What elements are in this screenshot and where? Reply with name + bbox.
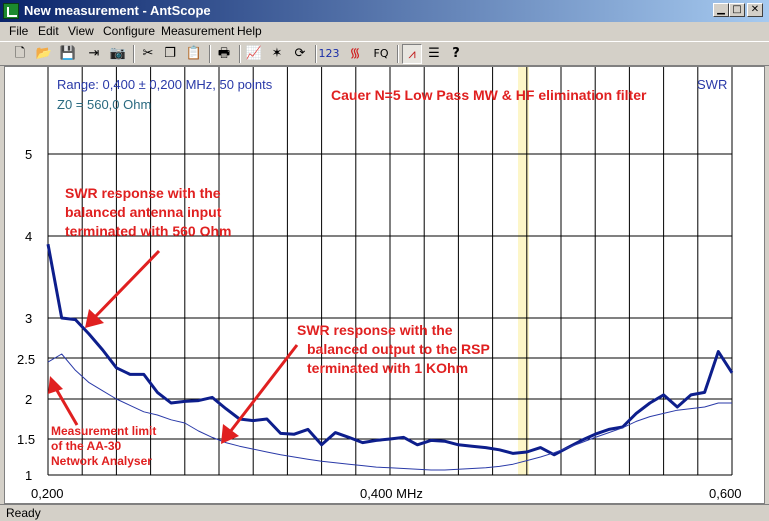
export-button[interactable]: ⇥ (84, 44, 104, 64)
menu-file[interactable]: File (9, 24, 28, 38)
chart-title: Cauer N=5 Low Pass MW & HF elimination f… (331, 87, 647, 103)
help-icon: ? (452, 46, 460, 61)
copy-icon: ❐ (164, 46, 176, 61)
refresh-icon: ⟳ (294, 46, 306, 61)
chart-mode-icon: ⩘ (408, 47, 416, 62)
menu-view[interactable]: View (68, 24, 94, 38)
camera-icon: 📷 (109, 46, 127, 61)
status-text: Ready (6, 506, 41, 520)
window-title: New measurement - AntScope (24, 3, 211, 18)
export-icon: ⇥ (88, 46, 100, 61)
y-tick-label: 1.5 (17, 432, 35, 447)
save-icon: 💾 (59, 46, 77, 61)
chart-mode-button[interactable]: ⩘ (402, 44, 422, 64)
annotation-line: SWR response with the (65, 185, 221, 201)
arrow-antenna (91, 249, 161, 321)
y-tick-label: 2 (25, 392, 32, 407)
app-icon[interactable] (3, 3, 19, 19)
settings-star-icon: ✶ (271, 46, 283, 61)
annotation-line: SWR response with the (297, 322, 453, 338)
annotation-limit: Measurement limit of the AA-30 Network A… (51, 424, 156, 468)
cut-icon: ✂ (142, 46, 154, 61)
annotation-line: of the AA-30 (51, 439, 122, 453)
cut-button[interactable]: ✂ (138, 44, 158, 64)
frequency-marker (518, 67, 529, 475)
status-bar: Ready (0, 504, 769, 521)
range-label: Range: 0,400 ± 0,200 MHz, 50 points (57, 77, 273, 92)
chart-area[interactable]: 5 4 3 2.5 2 1.5 1 0,200 0,400 MHz 0,600 … (4, 66, 765, 504)
y-tick-label: 3 (25, 311, 32, 326)
settings-button[interactable]: ✶ (267, 44, 287, 64)
print-icon: 🖶 (217, 46, 231, 61)
graph-icon: 📈 (245, 46, 263, 61)
new-file-icon: 🗋 (14, 46, 26, 61)
x-tick-label: 0,200 (31, 486, 64, 501)
y-axis-ticks: 5 4 3 2.5 2 1.5 1 (17, 147, 35, 483)
menu-measurement[interactable]: Measurement (161, 24, 234, 38)
screenshot-button[interactable]: 📷 (108, 44, 128, 64)
copy-button[interactable]: ❐ (160, 44, 180, 64)
y-tick-label: 2.5 (17, 352, 35, 367)
numbers-button[interactable]: 123 (318, 44, 340, 64)
print-button[interactable]: 🖶 (214, 44, 234, 64)
toolbar-separator (209, 45, 211, 63)
toolbar-separator (133, 45, 135, 63)
y-tick-label: 1 (25, 468, 32, 483)
menu-configure[interactable]: Configure (103, 24, 155, 38)
annotation-arrows (48, 249, 299, 444)
arrow-output-head (221, 424, 239, 444)
annotation-line: terminated with 560 Ohm (65, 223, 231, 239)
numbers-icon: 123 (318, 47, 340, 60)
fq-icon: FQ (373, 47, 389, 60)
annotation-line: Measurement limit (51, 424, 156, 438)
open-file-button[interactable]: 📂 (34, 44, 54, 64)
swr-axis-label: SWR (697, 77, 727, 92)
graph-button[interactable]: 📈 (244, 44, 264, 64)
y-tick-label: 4 (25, 229, 32, 244)
x-tick-label: 0,600 (709, 486, 742, 501)
help-button[interactable]: ? (446, 44, 466, 64)
new-file-button[interactable]: 🗋 (10, 44, 30, 64)
z0-label: Z0 = 560,0 Ohm (57, 97, 151, 112)
refresh-button[interactable]: ⟳ (290, 44, 310, 64)
open-folder-icon: 📂 (35, 46, 53, 61)
title-bar[interactable]: New measurement - AntScope ▁ □ ✕ (0, 0, 769, 22)
close-button[interactable]: ✕ (747, 3, 763, 17)
fq-button[interactable]: FQ (369, 44, 393, 64)
annotation-line: Network Analyser (51, 454, 152, 468)
arrow-limit-head (48, 376, 63, 394)
annotation-line: balanced output to the RSP (307, 341, 490, 357)
annotation-antenna: SWR response with the balanced antenna i… (65, 185, 231, 239)
paste-icon: 📋 (185, 46, 203, 61)
toolbar-separator (239, 45, 241, 63)
annotation-line: balanced antenna input (65, 204, 222, 220)
table-icon: ☰ (428, 46, 440, 61)
annotation-output: SWR response with the balanced output to… (297, 322, 490, 376)
menu-help[interactable]: Help (237, 24, 262, 38)
x-tick-label: 0,400 MHz (360, 486, 423, 501)
menu-bar: File Edit View Configure Measurement Hel… (0, 22, 769, 41)
toolbar: 🗋 📂 💾 ⇥ 📷 ✂ ❐ 📋 🖶 📈 ✶ ⟳ 123 ᯾ FQ ⩘ ☰ ? (0, 41, 769, 66)
maximize-button[interactable]: □ (729, 3, 745, 17)
toolbar-separator (397, 45, 399, 63)
swr-chart[interactable]: 5 4 3 2.5 2 1.5 1 0,200 0,400 MHz 0,600 … (5, 67, 764, 503)
y-tick-label: 5 (25, 147, 32, 162)
x-axis-ticks: 0,200 0,400 MHz 0,600 (31, 486, 742, 501)
table-button[interactable]: ☰ (424, 44, 444, 64)
antenna-icon: ᯾ (349, 46, 361, 61)
menu-edit[interactable]: Edit (38, 24, 59, 38)
save-button[interactable]: 💾 (58, 44, 78, 64)
toolbar-separator (315, 45, 317, 63)
antenna-button[interactable]: ᯾ (345, 44, 365, 64)
arrow-limit (53, 386, 79, 426)
annotation-line: terminated with 1 KOhm (307, 360, 468, 376)
minimize-button[interactable]: ▁ (713, 3, 729, 17)
paste-button[interactable]: 📋 (184, 44, 204, 64)
